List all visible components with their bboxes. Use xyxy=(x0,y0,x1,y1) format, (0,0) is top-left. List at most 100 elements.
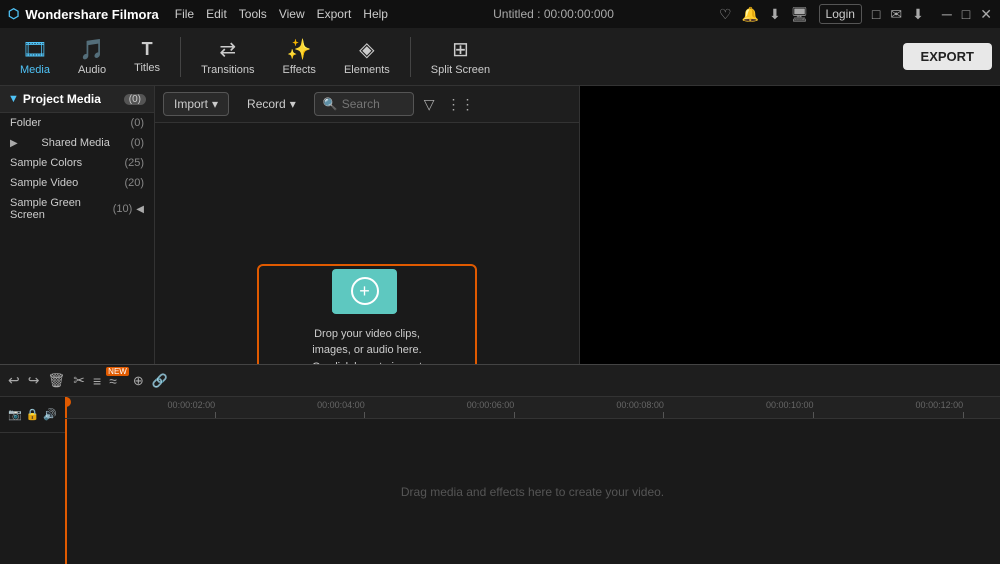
menu-help[interactable]: Help xyxy=(363,7,388,21)
ruler-label-3: 00:00:06:00 xyxy=(467,400,515,410)
heart-icon[interactable]: ♡ xyxy=(719,6,732,23)
effects-icon: ✨ xyxy=(287,37,312,62)
tool-elements[interactable]: ◈ Elements xyxy=(332,33,402,80)
toolbar-separator xyxy=(180,37,181,77)
add-track-icon[interactable]: ⊕ xyxy=(133,373,144,389)
filter-icon[interactable]: ▽ xyxy=(422,94,437,115)
ruler-line-4 xyxy=(663,412,664,418)
lock-track-icon[interactable]: 🔒 xyxy=(26,408,40,421)
shared-expand-icon: ▶ xyxy=(10,138,18,149)
timeline: ↩ ↪ 🗑 ✂ ≡ ≈ NEW ⊕ 🔗 📷 🔒 🔊 00:00:00:00 xyxy=(0,364,1000,564)
audio-track-icon[interactable]: 🔊 xyxy=(43,408,57,421)
clapper-body: + xyxy=(332,269,397,314)
maximize-btn[interactable]: □ xyxy=(962,6,970,22)
search-input[interactable] xyxy=(342,97,412,111)
sidebar-item-shared-media[interactable]: ▶ Shared Media (0) xyxy=(0,133,154,153)
sidebar-item-sample-colors[interactable]: Sample Colors (25) xyxy=(0,153,154,173)
ruler-mark-4: 00:00:08:00 xyxy=(663,412,664,418)
delete-icon[interactable]: 🗑 xyxy=(47,372,65,389)
menu-tools[interactable]: Tools xyxy=(239,7,267,21)
sidebar-item-folder[interactable]: Folder (0) xyxy=(0,113,154,133)
tool-media[interactable]: 🎞 Media xyxy=(8,33,62,80)
menu-edit[interactable]: Edit xyxy=(206,7,227,21)
project-media-count: (0) xyxy=(124,94,146,105)
timeline-bottom-left: ⊕ 🔗 xyxy=(133,366,168,396)
playhead-ruler xyxy=(65,397,67,418)
track-area[interactable]: Drag media and effects here to create yo… xyxy=(65,419,1000,564)
drop-hint: Drag media and effects here to create yo… xyxy=(401,485,664,499)
timeline-ruler: 00:00:00:00 00:00:02:00 00:00:04:00 00:0… xyxy=(65,397,1000,564)
tool-effects[interactable]: ✨ Effects xyxy=(271,33,328,80)
ruler-label-2: 00:00:04:00 xyxy=(317,400,365,410)
menu-view[interactable]: View xyxy=(279,7,305,21)
speed-icon[interactable]: ≈ NEW xyxy=(109,373,117,389)
link-icon[interactable]: 🔗 xyxy=(152,373,168,389)
sample-colors-count: (25) xyxy=(124,157,144,169)
split-screen-icon: ⊞ xyxy=(452,37,469,62)
tool-transitions-label: Transitions xyxy=(201,64,254,76)
tool-split-screen[interactable]: ⊞ Split Screen xyxy=(419,33,502,80)
ruler-mark-6: 00:00:12:00 xyxy=(963,412,964,418)
shared-media-count: (0) xyxy=(131,137,144,149)
mail-icon[interactable]: ✉ xyxy=(890,6,902,23)
tool-audio[interactable]: 🎵 Audio xyxy=(66,33,118,80)
video-track-icon[interactable]: 📷 xyxy=(8,408,22,421)
sample-colors-label: Sample Colors xyxy=(10,157,82,169)
import-dropdown-icon: ▾ xyxy=(212,97,218,111)
window-restore[interactable]: □ xyxy=(872,6,880,22)
media-toolbar: Import ▾ Record ▾ 🔍 ▽ ⋮⋮ xyxy=(155,86,579,123)
timeline-toolbar: ↩ ↪ 🗑 ✂ ≡ ≈ NEW ⊕ 🔗 xyxy=(0,365,1000,397)
search-box[interactable]: 🔍 xyxy=(314,92,414,116)
track-control-video: 📷 🔒 🔊 xyxy=(0,397,65,433)
undo-icon[interactable]: ↩ xyxy=(8,372,20,389)
notification-icon[interactable]: 🔔 xyxy=(742,6,759,23)
titles-icon: T xyxy=(142,39,153,60)
transitions-icon: ⇄ xyxy=(219,37,236,62)
folder-collapse-icon[interactable]: ▼ xyxy=(8,93,19,105)
elements-icon: ◈ xyxy=(359,37,374,62)
tool-media-label: Media xyxy=(20,64,50,76)
grid-view-icon[interactable]: ⋮⋮ xyxy=(445,94,477,115)
monitor-icon[interactable]: 🖥 xyxy=(791,6,809,23)
menu-file[interactable]: File xyxy=(175,7,194,21)
split-icon[interactable]: ≡ xyxy=(93,373,101,389)
plus-circle: + xyxy=(351,277,379,305)
project-media-label: Project Media xyxy=(23,92,120,106)
ruler-mark-1: 00:00:02:00 xyxy=(215,412,216,418)
minimize-btn[interactable]: ─ xyxy=(942,6,952,22)
playhead-line xyxy=(65,419,67,564)
import-button[interactable]: Import ▾ xyxy=(163,92,229,116)
menu-export[interactable]: Export xyxy=(317,7,352,21)
login-button[interactable]: Login xyxy=(819,4,862,24)
timeline-content: 📷 🔒 🔊 00:00:00:00 00:00:02:00 00:00:04:0… xyxy=(0,397,1000,564)
export-button[interactable]: EXPORT xyxy=(903,43,992,70)
new-badge: NEW xyxy=(106,367,129,376)
ruler-label-5: 00:00:10:00 xyxy=(766,400,814,410)
toolbar-separator2 xyxy=(410,37,411,77)
title-bar-left: ⬡ Wondershare Filmora File Edit Tools Vi… xyxy=(8,6,388,22)
tool-titles[interactable]: T Titles xyxy=(122,35,172,78)
tool-transitions[interactable]: ⇄ Transitions xyxy=(189,33,266,80)
cut-icon[interactable]: ✂ xyxy=(73,372,85,389)
title-center: Untitled : 00:00:00:000 xyxy=(493,7,614,21)
import-label: Import xyxy=(174,97,208,111)
sidebar-item-green-screen[interactable]: Sample Green Screen (10) ◀ xyxy=(0,193,154,225)
close-btn[interactable]: ✕ xyxy=(980,6,992,23)
sidebar-item-sample-video[interactable]: Sample Video (20) xyxy=(0,173,154,193)
folder-label: Folder xyxy=(10,117,41,129)
toolbar: 🎞 Media 🎵 Audio T Titles ⇄ Transitions ✨… xyxy=(0,28,1000,86)
ruler-label-1: 00:00:02:00 xyxy=(168,400,216,410)
account-icon[interactable]: ⬇ xyxy=(912,6,924,23)
sample-video-count: (20) xyxy=(124,177,144,189)
download-icon[interactable]: ⬇ xyxy=(769,6,781,23)
ruler-line-3 xyxy=(514,412,515,418)
menu-bar: File Edit Tools View Export Help xyxy=(175,7,388,21)
record-dropdown-icon: ▾ xyxy=(290,97,296,111)
playhead-head xyxy=(65,397,71,407)
record-button[interactable]: Record ▾ xyxy=(237,93,306,115)
record-label: Record xyxy=(247,97,286,111)
tool-effects-label: Effects xyxy=(283,64,316,76)
folder-count: (0) xyxy=(131,117,144,129)
ruler-bar: 00:00:00:00 00:00:02:00 00:00:04:00 00:0… xyxy=(65,397,1000,419)
redo-icon[interactable]: ↪ xyxy=(28,372,40,389)
